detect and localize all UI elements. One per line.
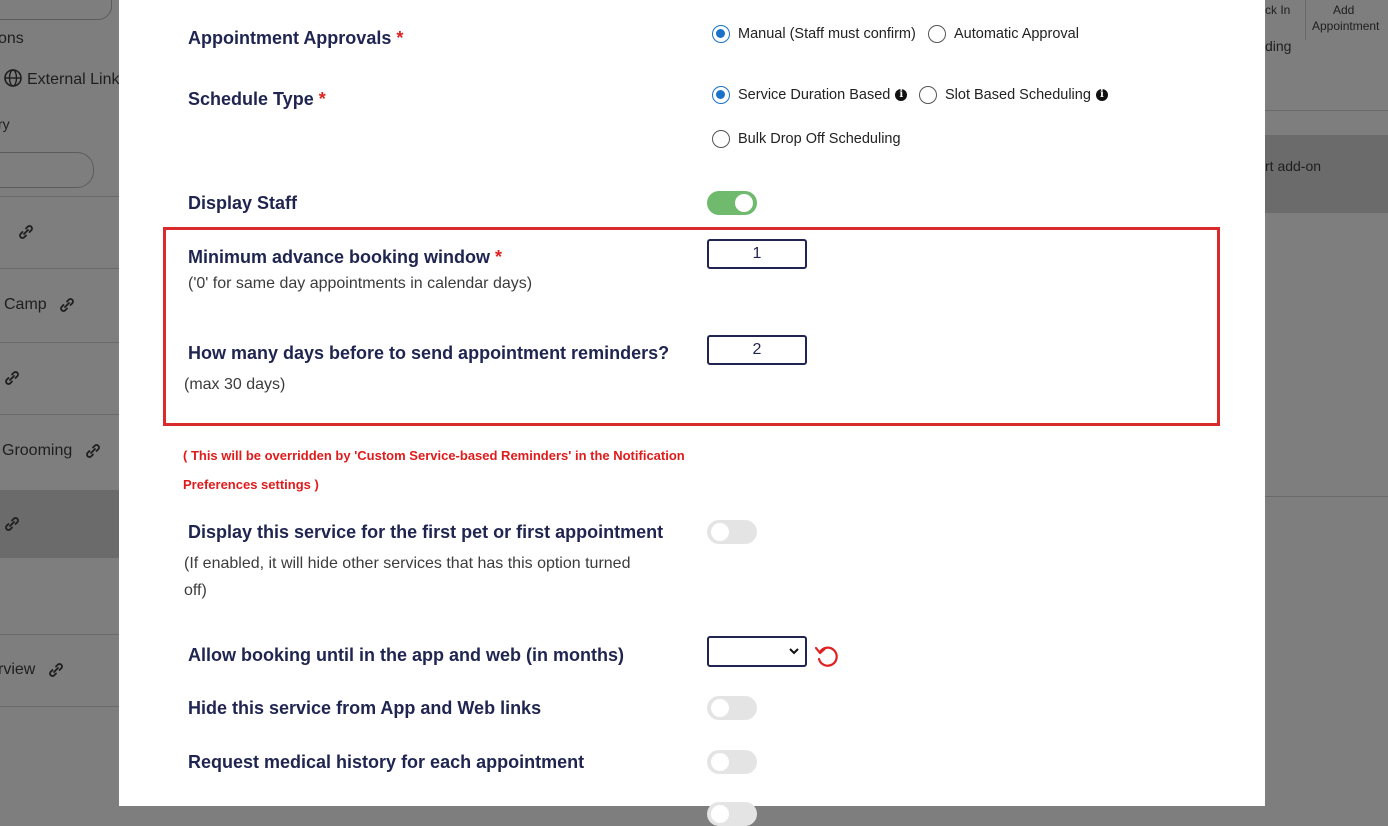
reminder-days-hint: (max 30 days) xyxy=(184,376,286,393)
reminder-days-input[interactable]: 2 xyxy=(707,335,807,365)
background-item: rview xyxy=(0,660,66,680)
medical-history-toggle[interactable] xyxy=(707,750,757,774)
background-external-link: External Link xyxy=(3,68,119,89)
reminder-days-label: How many days before to send appointment… xyxy=(188,343,670,363)
radio-label: Bulk Drop Off Scheduling xyxy=(738,131,901,147)
hide-service-toggle[interactable] xyxy=(707,696,757,720)
link-icon xyxy=(48,663,63,677)
background-addon: rt add-on xyxy=(1265,158,1322,174)
background-item: Camp xyxy=(4,295,77,315)
info-icon[interactable]: i xyxy=(1095,89,1108,101)
background-search-pill xyxy=(0,152,94,188)
required-marker: * xyxy=(396,28,404,48)
schedule-type-text: Schedule Type xyxy=(188,89,314,109)
first-pet-hint-2: off) xyxy=(184,582,207,599)
override-note-line1: ( This will be overridden by 'Custom Ser… xyxy=(183,448,685,463)
link-icon xyxy=(60,298,75,312)
appointment-approvals-text: Appointment Approvals xyxy=(188,28,392,48)
radio-automatic-approval[interactable]: Automatic Approval xyxy=(928,25,1079,43)
chevron-down-icon xyxy=(789,648,799,655)
background-link-row xyxy=(0,368,22,388)
allow-booking-until-select[interactable] xyxy=(707,636,807,667)
radio-manual-approval[interactable]: Manual (Staff must confirm) xyxy=(712,25,916,43)
override-note-line2: Preferences settings ) xyxy=(183,477,319,492)
required-marker: * xyxy=(495,247,503,267)
background-link-row xyxy=(10,222,36,242)
radio-label: Manual (Staff must confirm) xyxy=(738,26,916,42)
schedule-type-label: Schedule Type * xyxy=(188,89,326,110)
background-top-box xyxy=(0,0,112,20)
radio-label: Automatic Approval xyxy=(954,26,1079,42)
radio-service-duration[interactable]: Service Duration Based i xyxy=(712,86,908,104)
background-addon-band xyxy=(1265,135,1388,213)
background-add-appointment-2: Appointment xyxy=(1312,19,1380,33)
globe-icon xyxy=(4,69,22,87)
allow-booking-until-label: Allow booking until in the app and web (… xyxy=(188,645,624,665)
radio-icon[interactable] xyxy=(712,130,730,148)
background-camp-label: Camp xyxy=(4,296,47,314)
radio-slot-based[interactable]: Slot Based Scheduling i xyxy=(919,86,1108,104)
reset-icon[interactable] xyxy=(814,643,840,669)
radio-label: Service Duration Based xyxy=(738,87,891,103)
link-icon xyxy=(85,444,100,458)
radio-label: Slot Based Scheduling xyxy=(945,87,1091,103)
display-staff-toggle[interactable] xyxy=(707,191,757,215)
background-sidebar: ons External Link ry Camp Grooming rview xyxy=(0,0,119,806)
link-icon xyxy=(5,371,19,385)
radio-selected-icon[interactable] xyxy=(712,25,730,43)
link-icon xyxy=(19,225,33,239)
min-advance-booking-label: Minimum advance booking window * xyxy=(188,247,502,268)
min-advance-booking-hint: ('0' for same day appointments in calend… xyxy=(188,275,533,292)
display-staff-label: Display Staff xyxy=(188,193,298,213)
background-item: ry xyxy=(0,116,10,132)
info-icon[interactable]: i xyxy=(895,89,908,101)
background-overview-label: rview xyxy=(0,661,36,679)
radio-selected-icon[interactable] xyxy=(712,86,730,104)
background-check-in: ck In xyxy=(1265,3,1291,17)
medical-history-label: Request medical history for each appoint… xyxy=(188,752,585,772)
first-pet-toggle[interactable] xyxy=(707,520,757,544)
appointment-approvals-label: Appointment Approvals * xyxy=(188,28,403,49)
background-item: ons xyxy=(0,30,24,47)
min-advance-booking-input[interactable]: 1 xyxy=(707,239,807,269)
background-add-appointment-1: Add xyxy=(1333,3,1355,17)
background-fragment: ding xyxy=(1265,38,1292,54)
background-item: Grooming xyxy=(2,441,103,461)
hide-service-label: Hide this service from App and Web links xyxy=(188,698,542,718)
background-external-link-label: External Link xyxy=(27,71,119,88)
required-marker: * xyxy=(318,89,326,109)
first-pet-hint-1: (If enabled, it will hide other services… xyxy=(184,555,631,572)
background-grooming-label: Grooming xyxy=(2,442,73,460)
radio-icon[interactable] xyxy=(919,86,937,104)
min-advance-booking-text: Minimum advance booking window xyxy=(188,247,491,267)
radio-icon[interactable] xyxy=(928,25,946,43)
link-icon xyxy=(5,517,19,531)
first-pet-label: Display this service for the first pet o… xyxy=(188,522,664,542)
background-link-row xyxy=(0,514,22,534)
radio-bulk-drop-off[interactable]: Bulk Drop Off Scheduling xyxy=(712,130,901,148)
background-toolbar: ck In Add Appointment ding rt add-on xyxy=(1265,0,1388,806)
